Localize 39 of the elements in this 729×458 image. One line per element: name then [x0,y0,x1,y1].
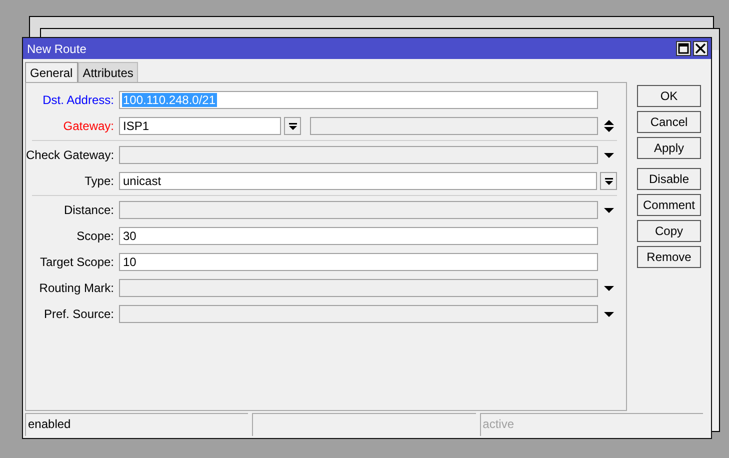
field-label: Dst. Address: [42,93,115,107]
dialog-button[interactable]: Copy [637,220,701,242]
dropdown-icon[interactable] [604,312,614,316]
dialog-button[interactable]: Cancel [637,111,701,133]
field-label: Target Scope: [38,255,115,269]
field-label: Routing Mark: [38,281,115,295]
dropdown-icon[interactable] [604,208,614,212]
dropdown-icon[interactable] [604,286,614,290]
dialog-button[interactable]: Comment [637,194,701,216]
dialog-button[interactable]: Remove [637,246,701,268]
input-field[interactable]: ISP1 [119,117,281,135]
input-field[interactable] [119,201,598,219]
status-cell: active [480,413,703,436]
field-label: Type: [84,174,115,188]
spin-icon[interactable] [604,120,614,132]
input-field[interactable]: 10 [119,253,598,271]
input-field[interactable] [119,279,598,297]
input-field[interactable] [310,117,598,135]
window-title: New Route [27,42,86,56]
dropdown-icon[interactable] [604,152,614,158]
input-field[interactable] [119,146,598,164]
dropdown-button[interactable] [284,117,301,135]
tab[interactable]: General [25,62,78,82]
dropdown-icon[interactable] [288,122,296,130]
field-label: Distance: [62,203,115,217]
field-label: Check Gateway: [26,148,116,162]
dropdown-icon[interactable] [604,178,612,184]
dropdown-button[interactable] [600,172,617,190]
input-field[interactable] [119,305,598,323]
tab[interactable]: Attributes [78,62,138,82]
field-label: Pref. Source: [42,307,115,321]
dialog-button[interactable]: OK [637,85,701,107]
input-field[interactable]: 30 [119,227,598,245]
field-label: Gateway: [62,119,115,133]
dialog-button[interactable]: Apply [637,137,701,159]
status-cell: enabled [25,413,248,436]
dialog-button[interactable]: Disable [637,168,701,190]
field-label: Scope: [76,229,115,243]
input-field[interactable]: unicast [119,172,597,190]
